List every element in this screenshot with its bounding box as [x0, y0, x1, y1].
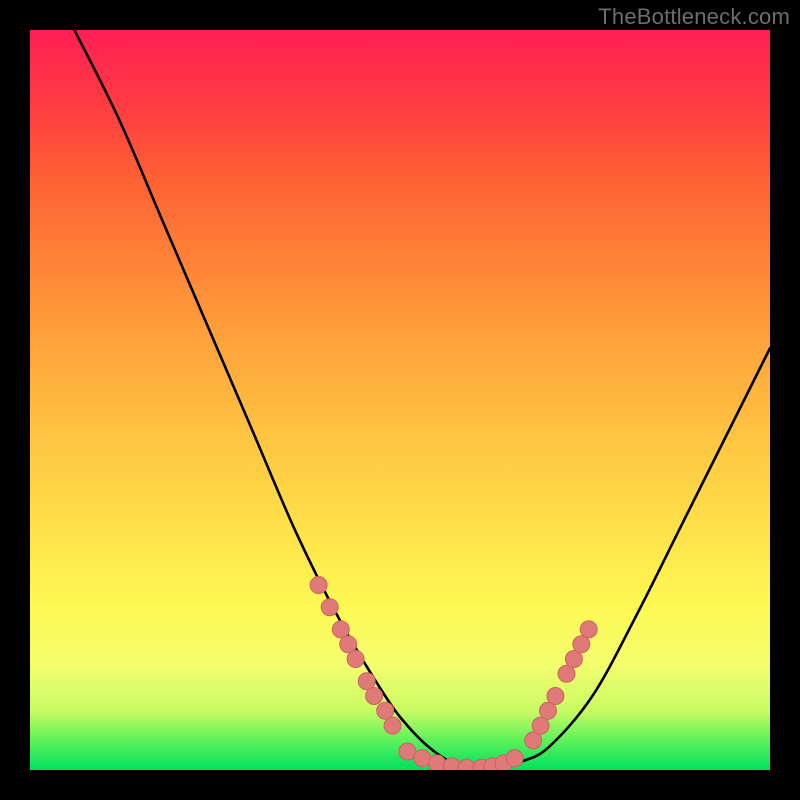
curve-marker — [321, 599, 338, 616]
curve-marker — [506, 750, 523, 767]
curve-markers-bottom — [399, 743, 523, 770]
curve-marker — [347, 651, 364, 668]
bottleneck-curve-svg — [30, 30, 770, 770]
curve-marker — [310, 577, 327, 594]
curve-marker — [580, 621, 597, 638]
curve-markers-left — [310, 577, 401, 735]
chart-frame — [30, 30, 770, 770]
bottleneck-curve — [74, 30, 770, 770]
curve-marker — [366, 688, 383, 705]
curve-markers-right — [525, 621, 598, 749]
attribution-text: TheBottleneck.com — [598, 4, 790, 30]
curve-marker — [547, 688, 564, 705]
curve-marker — [384, 717, 401, 734]
